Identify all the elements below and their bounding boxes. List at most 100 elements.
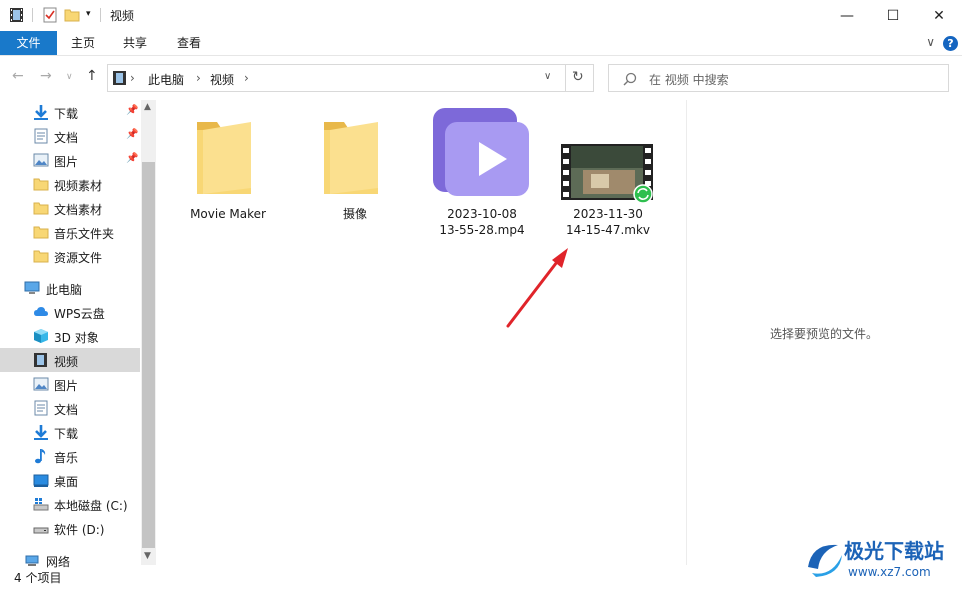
pin-icon[interactable]: 📌 bbox=[126, 129, 138, 140]
file-tile-mp4[interactable]: 2023-10-08 13-55-28.mp4 bbox=[427, 106, 537, 242]
minimize-button[interactable]: — bbox=[824, 0, 870, 31]
file-tile-camera[interactable]: 摄像 bbox=[300, 108, 410, 228]
sidebar-item-videos[interactable]: 视频 bbox=[0, 348, 140, 372]
sidebar-item-label: 资源文件 bbox=[54, 251, 103, 265]
sidebar-item-label: 本地磁盘 (C:) bbox=[54, 499, 128, 513]
scroll-up-arrow-icon[interactable]: ▲ bbox=[144, 102, 151, 112]
sidebar-item-label: 文档 bbox=[54, 403, 79, 417]
drive-icon bbox=[33, 527, 49, 534]
forward-arrow-icon[interactable]: → bbox=[40, 68, 52, 84]
sidebar-item-label: 视频素材 bbox=[54, 179, 103, 193]
preview-pane-divider[interactable] bbox=[686, 100, 687, 565]
address-bar[interactable]: › 此电脑 › 视频 › ∨ ↻ bbox=[107, 64, 594, 92]
sidebar-item-doc-materials[interactable]: 文档素材 bbox=[0, 196, 140, 220]
status-item-count: 4 个项目 bbox=[14, 571, 62, 585]
customize-toolbar-chevron-icon[interactable]: ▾ bbox=[86, 9, 91, 19]
tab-view[interactable]: 查看 bbox=[166, 31, 212, 55]
sidebar-item-label: 桌面 bbox=[54, 475, 79, 489]
maximize-button[interactable]: ☐ bbox=[870, 0, 916, 31]
sidebar-item-music-folder[interactable]: 音乐文件夹 bbox=[0, 220, 140, 244]
sidebar-item-label: WPS云盘 bbox=[54, 307, 105, 321]
folder-icon bbox=[33, 202, 49, 215]
pin-icon[interactable]: 📌 bbox=[126, 153, 138, 164]
up-arrow-icon[interactable]: ↑ bbox=[86, 68, 98, 84]
picture-icon bbox=[33, 153, 49, 167]
sidebar-item-downloads-pc[interactable]: 下载 bbox=[0, 420, 140, 444]
file-name: Movie Maker bbox=[190, 207, 266, 221]
download-icon bbox=[34, 425, 48, 440]
search-box[interactable]: 在 视频 中搜索 bbox=[608, 64, 949, 92]
sidebar-item-label: 文档 bbox=[54, 131, 79, 145]
music-icon bbox=[35, 449, 46, 464]
sidebar-item-desktop[interactable]: 桌面 bbox=[0, 468, 140, 492]
aurora-logo-icon bbox=[808, 544, 842, 577]
annotation-arrow bbox=[506, 248, 568, 328]
navigation-pane: 下载 📌 文档 📌 图片 📌 视频素材 文档素材 音乐文件夹 资源文件 此电脑 … bbox=[0, 100, 156, 569]
video-player-icon bbox=[433, 108, 529, 196]
sidebar-item-label: 音乐 bbox=[54, 451, 79, 465]
document-icon bbox=[34, 400, 48, 416]
file-name-date: 2023-11-30 bbox=[573, 207, 643, 221]
folder-icon bbox=[33, 226, 49, 239]
pin-icon[interactable]: 📌 bbox=[126, 105, 138, 116]
breadcrumb-videos[interactable]: 视频 bbox=[210, 71, 234, 88]
expand-ribbon-chevron-icon[interactable]: ∨ bbox=[926, 35, 935, 49]
new-folder-icon[interactable] bbox=[64, 7, 80, 23]
tab-file[interactable]: 文件 bbox=[0, 31, 57, 55]
back-arrow-icon[interactable]: ← bbox=[12, 68, 24, 84]
window-title: 视频 bbox=[110, 9, 135, 23]
folder-icon bbox=[324, 122, 378, 194]
sidebar-item-drive-c[interactable]: 本地磁盘 (C:) bbox=[0, 492, 140, 516]
file-tile-mkv[interactable]: 2023-11-30 14-15-47.mkv bbox=[553, 106, 663, 242]
drive-icon bbox=[33, 498, 49, 511]
cloud-icon bbox=[34, 307, 48, 316]
address-separator: › bbox=[130, 71, 135, 85]
sidebar-item-music[interactable]: 音乐 bbox=[0, 444, 140, 468]
sidebar-item-pictures-pc[interactable]: 图片 bbox=[0, 372, 140, 396]
refresh-icon[interactable]: ↻ bbox=[572, 69, 584, 85]
sidebar-item-documents-pc[interactable]: 文档 bbox=[0, 396, 140, 420]
ribbon-tabs: 文件 主页 共享 查看 ∨ ? bbox=[0, 31, 962, 56]
sidebar-item-this-pc[interactable]: 此电脑 bbox=[0, 276, 140, 300]
file-name-date: 2023-10-08 bbox=[447, 207, 517, 221]
sidebar-item-label: 文档素材 bbox=[54, 203, 103, 217]
sidebar-item-documents[interactable]: 文档 📌 bbox=[0, 124, 140, 148]
search-icon bbox=[623, 72, 637, 86]
address-separator: › bbox=[196, 71, 201, 85]
sidebar-item-label: 下载 bbox=[54, 427, 79, 441]
sidebar-item-label: 3D 对象 bbox=[54, 331, 99, 345]
help-button[interactable]: ? bbox=[943, 36, 958, 51]
file-tile-movie-maker[interactable]: Movie Maker bbox=[173, 108, 283, 228]
video-icon bbox=[34, 353, 47, 367]
watermark-title: 极光下载站 bbox=[844, 539, 944, 563]
picture-icon bbox=[33, 377, 49, 391]
file-name-time: 14-15-47.mkv bbox=[565, 223, 651, 237]
scroll-down-arrow-icon[interactable]: ▼ bbox=[144, 551, 151, 561]
address-history-chevron-icon[interactable]: ∨ bbox=[544, 71, 551, 82]
breadcrumb-this-pc[interactable]: 此电脑 bbox=[148, 71, 184, 88]
sidebar-item-pictures[interactable]: 图片 📌 bbox=[0, 148, 140, 172]
file-name: 摄像 bbox=[342, 207, 367, 221]
sidebar-item-downloads[interactable]: 下载 📌 bbox=[0, 100, 140, 124]
search-placeholder: 在 视频 中搜索 bbox=[649, 73, 729, 87]
sidebar-item-video-materials[interactable]: 视频素材 bbox=[0, 172, 140, 196]
sidebar-item-wps-cloud[interactable]: WPS云盘 bbox=[0, 300, 140, 324]
sidebar-item-resources[interactable]: 资源文件 bbox=[0, 244, 140, 268]
sidebar-item-3d-objects[interactable]: 3D 对象 bbox=[0, 324, 140, 348]
video-location-icon bbox=[113, 71, 126, 85]
tab-share[interactable]: 共享 bbox=[112, 31, 158, 55]
recent-locations-chevron-icon[interactable]: ∨ bbox=[66, 72, 73, 82]
sidebar-item-label: 此电脑 bbox=[46, 283, 83, 297]
sidebar-item-label: 图片 bbox=[54, 155, 79, 169]
sidebar-scroll-thumb[interactable] bbox=[142, 162, 155, 548]
video-thumbnail-icon bbox=[561, 144, 653, 204]
folder-icon bbox=[33, 250, 49, 263]
address-separator[interactable]: › bbox=[244, 71, 249, 85]
sidebar-item-drive-d[interactable]: 软件 (D:) bbox=[0, 516, 140, 540]
sidebar-item-label: 软件 (D:) bbox=[54, 523, 105, 537]
properties-icon[interactable] bbox=[42, 7, 58, 23]
computer-icon bbox=[24, 281, 40, 294]
sidebar-item-label: 网络 bbox=[46, 555, 71, 569]
close-button[interactable]: ✕ bbox=[916, 0, 962, 31]
tab-home[interactable]: 主页 bbox=[60, 31, 106, 55]
